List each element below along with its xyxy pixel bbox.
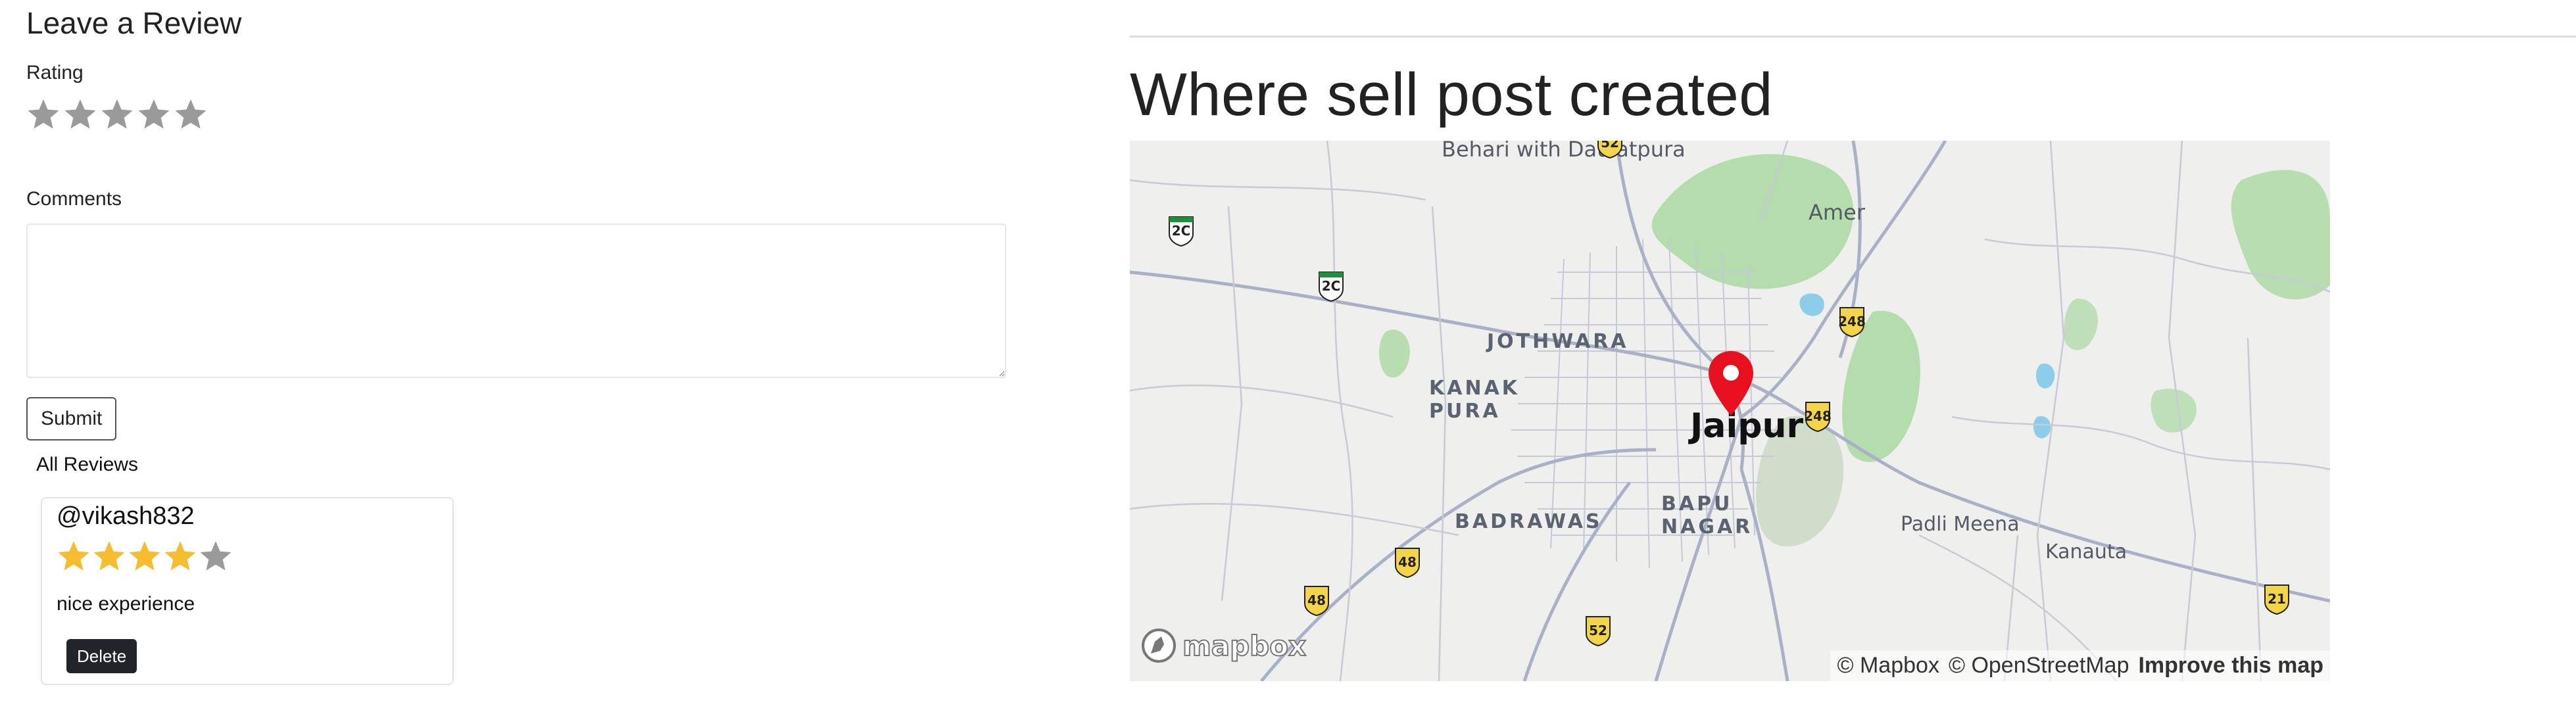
rating-stars[interactable] [26,97,208,131]
map-title: Where sell post created [1130,61,1773,128]
star-icon[interactable] [26,97,61,131]
comments-input[interactable] [26,224,1006,378]
delete-button[interactable]: Delete [66,639,137,673]
route-number: 21 [2268,591,2286,607]
route-shield-icon: 21 [2262,583,2291,615]
route-shield-icon: 2C [1167,214,1196,247]
star-icon[interactable] [174,97,208,131]
mapbox-logo-text: mapbox [1182,629,1307,663]
place-label-daulatpura: Behari with Daulatpura [1442,141,1686,162]
mapbox-logo[interactable]: mapbox [1140,627,1307,664]
place-label-kanauta: Kanauta [2045,540,2127,563]
route-number: 2C [1321,278,1341,294]
route-shield-icon: 48 [1393,546,1422,579]
comments-label: Comments [26,188,122,210]
route-shield-icon: 2C [1317,270,1346,302]
route-number: 248 [1838,314,1866,329]
place-label-kanak-pura: KANAK PURA [1429,377,1520,423]
place-label-badrawas: BADRAWAS [1455,510,1603,533]
map-attribution: © Mapbox © OpenStreetMap Improve this ma… [1830,650,2330,681]
route-number: 48 [1398,554,1417,570]
all-reviews-heading: All Reviews [36,454,139,475]
star-icon[interactable] [63,97,97,131]
mapbox-logo-icon [1142,629,1176,663]
star-icon[interactable] [137,97,171,131]
attribution-osm-link[interactable]: © OpenStreetMap [1949,653,2129,678]
route-shield-icon: 48 [1302,584,1331,617]
place-label-amer: Amer [1809,200,1865,225]
attribution-mapbox-link[interactable]: © Mapbox [1837,653,1939,678]
review-username: @vikash832 [57,502,195,530]
rating-label: Rating [26,62,84,83]
place-label-jothwara: JOTHWARA [1487,330,1629,353]
route-number: 52 [1601,141,1619,151]
star-icon[interactable] [100,97,134,131]
review-text: nice experience [57,593,195,615]
review-card: @vikash832 nice experience Delete [41,497,454,685]
route-shield-icon: 248 [1803,400,1832,433]
improve-map-link[interactable]: Improve this map [2138,653,2323,678]
divider [1130,36,2576,37]
route-shield-icon: 52 [1584,614,1613,647]
map-pin-icon[interactable] [1706,350,1756,418]
review-title: Leave a Review [26,6,242,40]
star-icon [199,539,233,573]
route-shield-icon: 248 [1837,305,1866,338]
submit-button[interactable]: Submit [26,397,117,440]
review-stars [57,539,233,573]
route-number: 48 [1307,592,1326,608]
route-number: 248 [1804,408,1832,424]
route-shield-icon: 52 [1595,141,1624,159]
place-label-bapu-nagar: BAPU NAGAR [1661,492,1753,538]
star-icon [163,539,197,573]
star-icon [92,539,126,573]
route-number: 52 [1589,623,1607,638]
place-label-padli-meena: Padli Meena [1901,513,2020,536]
star-icon [57,539,91,573]
map[interactable]: Behari with Daulatpura Amer JOTHWARA KAN… [1130,141,2330,681]
star-icon [128,539,162,573]
route-number: 2C [1171,223,1191,239]
map-section: Where sell post created Behari with Daul… [1130,0,2576,714]
